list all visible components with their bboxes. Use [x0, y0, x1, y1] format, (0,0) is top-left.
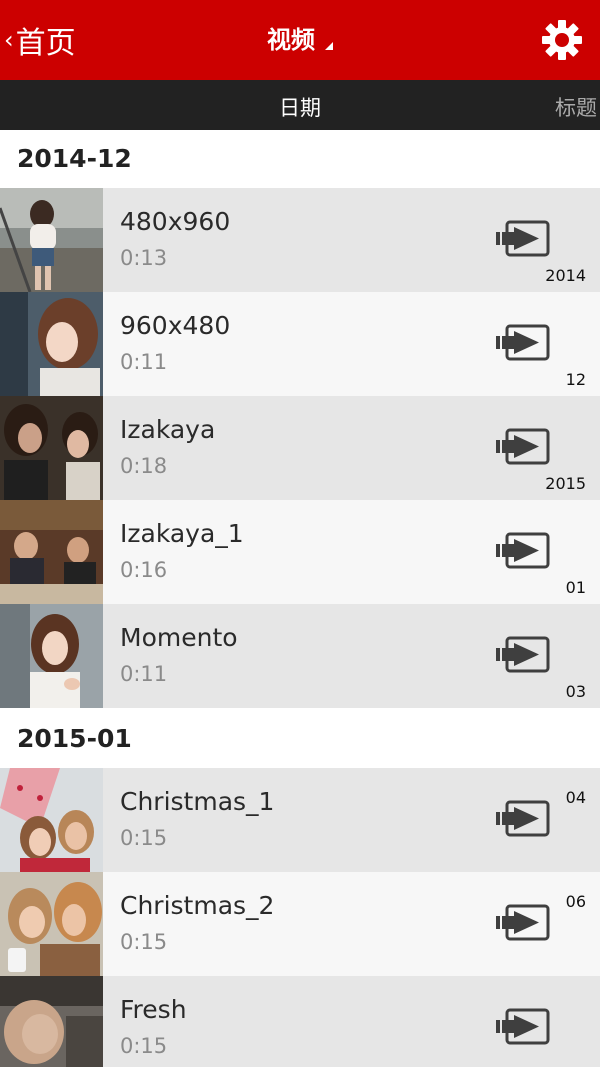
scroll-date-label: 2015	[545, 474, 586, 493]
play-to-screen-icon[interactable]	[494, 1008, 552, 1046]
video-thumbnail	[0, 500, 103, 604]
video-row[interactable]: Christmas_1 0:15 04	[0, 768, 600, 872]
play-to-screen-icon[interactable]	[494, 428, 552, 466]
section-header: 2015-01	[0, 710, 600, 768]
play-to-screen-icon[interactable]	[494, 220, 552, 258]
video-thumbnail	[0, 188, 103, 292]
video-thumbnail	[0, 768, 103, 872]
dropdown-caret-icon	[325, 42, 333, 50]
video-row[interactable]: Fresh 0:15	[0, 976, 600, 1067]
video-row[interactable]: 960x480 0:11 12	[0, 292, 600, 396]
video-row[interactable]: Momento 0:11 03	[0, 604, 600, 708]
section-date: 2015-01	[17, 724, 132, 753]
video-thumbnail	[0, 976, 103, 1067]
tab-date[interactable]: 日期	[0, 92, 600, 122]
video-title: Christmas_2	[120, 891, 275, 920]
video-title: 960x480	[120, 311, 231, 340]
scroll-date-label: 01	[565, 578, 586, 597]
video-title: Izakaya	[120, 415, 216, 444]
video-duration: 0:15	[120, 1034, 168, 1058]
video-row[interactable]: Izakaya_1 0:16 01	[0, 500, 600, 604]
video-row[interactable]: Izakaya 0:18 2015	[0, 396, 600, 500]
video-thumbnail	[0, 872, 103, 976]
scroll-date-label: 12	[565, 370, 586, 389]
scroll-date-label: 2014	[545, 266, 586, 285]
video-duration: 0:11	[120, 662, 168, 686]
video-title: 480x960	[120, 207, 231, 236]
app-screen: ‹ 首页 视频 日期 标题 2014-12 480x960 0:13 2014 …	[0, 0, 600, 1067]
play-to-screen-icon[interactable]	[494, 532, 552, 570]
section-date: 2014-12	[17, 144, 132, 173]
page-title: 视频	[267, 26, 315, 54]
gear-icon[interactable]	[540, 18, 584, 62]
play-to-screen-icon[interactable]	[494, 904, 552, 942]
video-duration: 0:15	[120, 826, 168, 850]
video-duration: 0:16	[120, 558, 168, 582]
video-duration: 0:18	[120, 454, 168, 478]
scroll-date-label: 04	[565, 788, 586, 807]
video-title: Christmas_1	[120, 787, 275, 816]
play-to-screen-icon[interactable]	[494, 636, 552, 674]
video-thumbnail	[0, 292, 103, 396]
play-to-screen-icon[interactable]	[494, 324, 552, 362]
video-title: Fresh	[120, 995, 187, 1024]
video-duration: 0:15	[120, 930, 168, 954]
video-title: Izakaya_1	[120, 519, 244, 548]
video-row[interactable]: 480x960 0:13 2014	[0, 188, 600, 292]
title-dropdown[interactable]: 视频	[0, 20, 600, 55]
scroll-date-label: 03	[565, 682, 586, 701]
scroll-date-label: 06	[565, 892, 586, 911]
play-to-screen-icon[interactable]	[494, 800, 552, 838]
video-row[interactable]: Christmas_2 0:15 06	[0, 872, 600, 976]
video-duration: 0:11	[120, 350, 168, 374]
video-title: Momento	[120, 623, 238, 652]
video-duration: 0:13	[120, 246, 168, 270]
title-bar: ‹ 首页 视频	[0, 0, 600, 80]
tab-title[interactable]: 标题	[555, 92, 597, 122]
section-header: 2014-12	[0, 130, 600, 188]
video-thumbnail	[0, 604, 103, 708]
video-thumbnail	[0, 396, 103, 500]
sort-tab-bar: 日期 标题	[0, 80, 600, 130]
